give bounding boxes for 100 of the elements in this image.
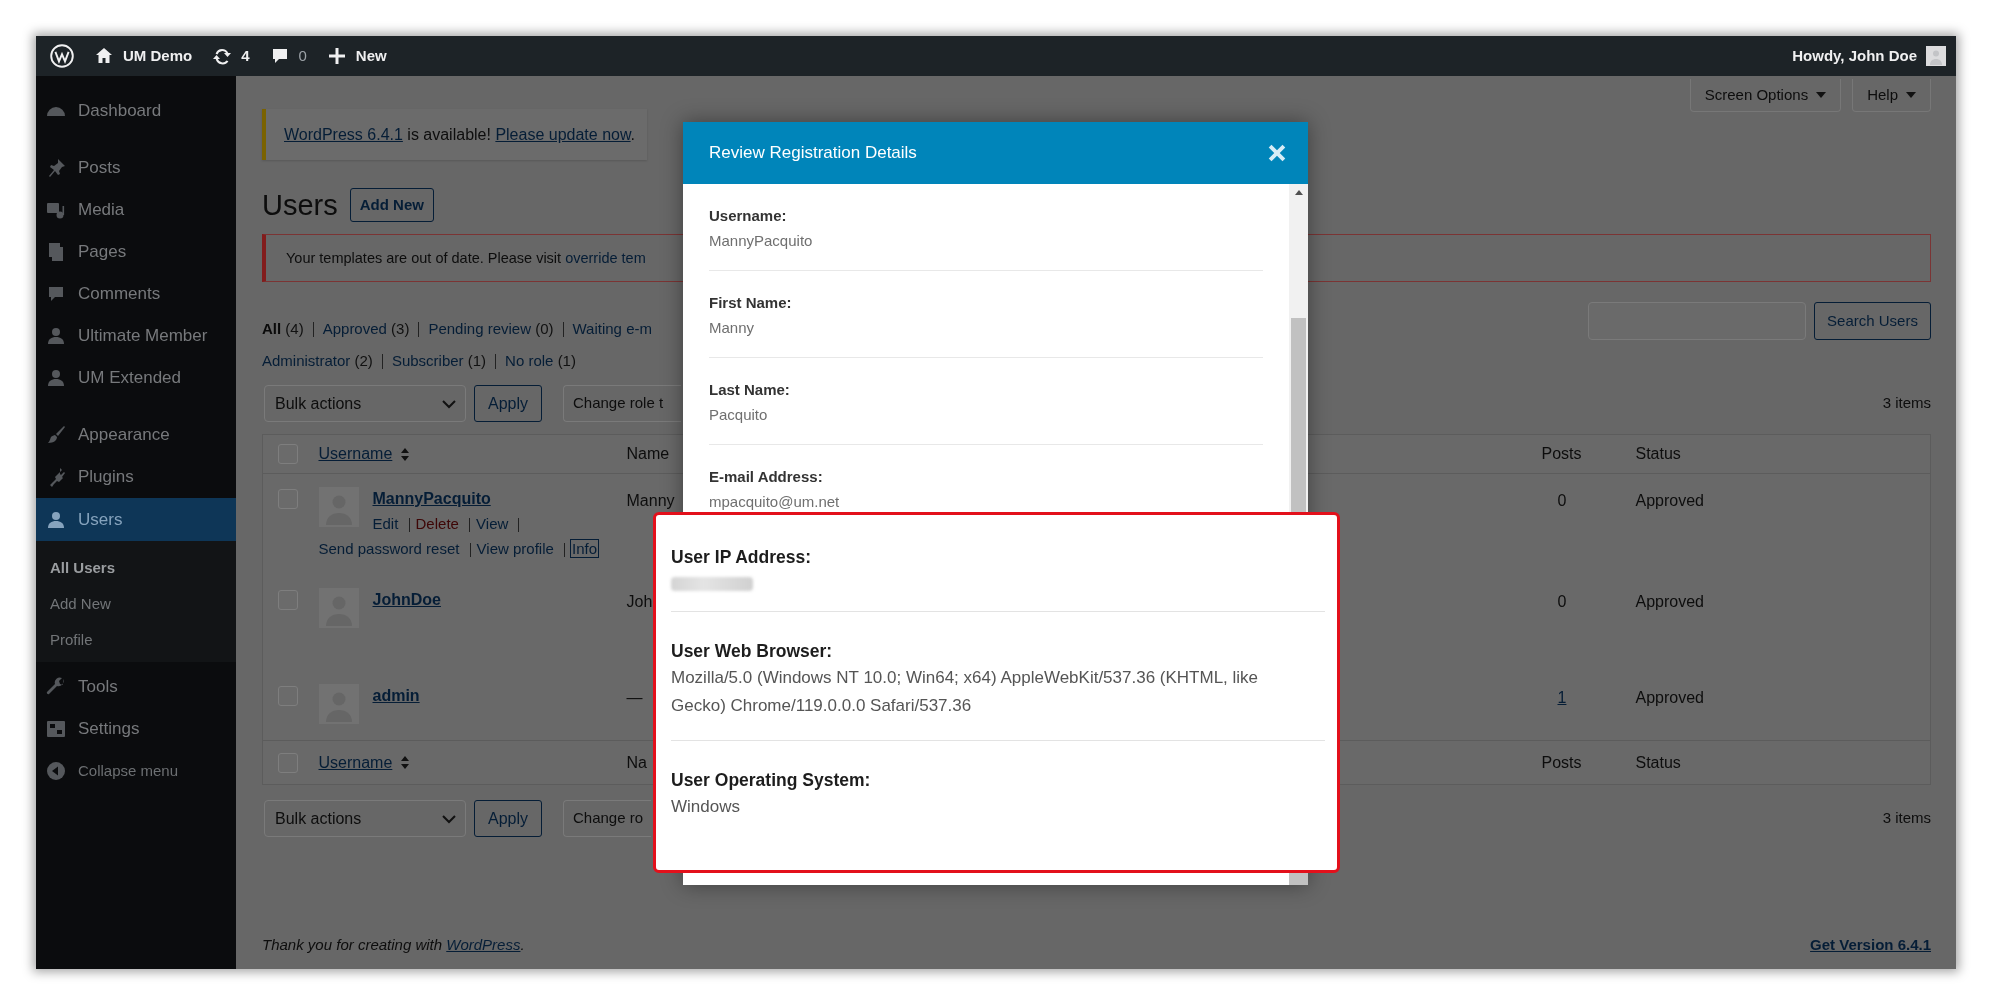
username-link[interactable]: MannyPacquito (372, 487, 491, 511)
settings-icon (46, 719, 66, 739)
logo-icon (50, 44, 74, 68)
sidebar-item[interactable]: Dashboard (36, 90, 236, 132)
change-role-select[interactable]: Change ro (563, 800, 651, 837)
sidebar-item[interactable]: Settings (36, 708, 236, 750)
person-icon (46, 509, 66, 530)
version-link[interactable]: Get Version 6.4.1 (1810, 935, 1931, 955)
site-link[interactable]: UM Demo (84, 36, 203, 76)
username-link[interactable]: admin (372, 683, 420, 708)
version-link[interactable]: WordPress 6.4.1 (284, 126, 403, 143)
table-cell: Approved (1635, 492, 1704, 509)
field-value: Mozilla/5.0 (Windows NT 10.0; Win64; x64) AppleWebKit/537.36 (KHTML, like Gecko) Chrome/119.0.0.0 Safari/537.36 (671, 667, 1260, 717)
posts-link[interactable]: 1 (1557, 688, 1567, 706)
page-title: Users (262, 190, 338, 220)
submenu-item[interactable]: Add New (36, 586, 236, 622)
override-link[interactable]: override tem (565, 250, 646, 266)
scrollbar[interactable] (1289, 184, 1308, 512)
row-action-link[interactable]: Send password reset (318, 540, 460, 557)
column-header[interactable]: Username (318, 442, 411, 466)
table-cell: Manny (626, 492, 675, 509)
dialog-title: Review Registration Details (709, 142, 917, 165)
comments-link[interactable]: 0 (259, 36, 317, 76)
sidebar-item[interactable]: Comments (36, 273, 236, 315)
apply-button[interactable]: Apply (474, 385, 542, 422)
row-action-link[interactable]: Edit (372, 515, 399, 532)
sidebar-item[interactable]: Media (36, 189, 236, 231)
item-count: 3 items (1882, 808, 1931, 829)
collapse-menu-button[interactable]: Collapse menu (36, 750, 236, 792)
home-icon (94, 46, 114, 66)
field-label: E-mail Address: (709, 467, 824, 487)
column-header: Posts (1541, 753, 1582, 771)
sidebar-item[interactable]: Tools (36, 666, 236, 708)
table-cell: 0 (1557, 592, 1567, 610)
avatar-icon (1926, 46, 1946, 66)
table-cell: Joh (626, 592, 653, 610)
filter-link[interactable]: All (4) (262, 317, 304, 341)
submenu-item[interactable]: All Users (36, 550, 236, 586)
table-cell: — (626, 688, 643, 706)
pin-icon (46, 158, 66, 178)
field-label: User Operating System: (671, 769, 872, 792)
add-new-button[interactable]: Add New (349, 188, 434, 222)
new-link[interactable]: New (316, 36, 397, 76)
update-notice: WordPress 6.4.1 is available! Please update now. (262, 109, 648, 160)
dropdown-tab[interactable]: Help (1852, 79, 1931, 112)
username-link[interactable]: JohnDoe (372, 587, 441, 612)
bulk-actions-select[interactable]: Bulk actions (264, 800, 466, 837)
wrench-icon (46, 677, 66, 697)
change-role-select[interactable]: Change role t (563, 385, 681, 422)
person-icon (46, 326, 66, 346)
sidebar-item[interactable]: UM Extended (36, 357, 236, 399)
sidebar-item[interactable]: Ultimate Member (36, 315, 236, 357)
brush-icon (46, 425, 66, 445)
filter-link[interactable]: Administrator (2) (262, 349, 373, 373)
item-count: 3 items (1882, 393, 1931, 414)
apply-button[interactable]: Apply (474, 800, 542, 837)
person-icon (46, 368, 66, 388)
field-value: Manny (709, 318, 756, 338)
sidebar-item[interactable]: Plugins (36, 456, 236, 498)
table-cell: 0 (1557, 492, 1567, 509)
dropdown-tab[interactable]: Screen Options (1689, 79, 1842, 112)
updates-link[interactable]: 4 (202, 36, 260, 76)
update-link[interactable]: Please update now (495, 126, 631, 143)
sidebar-item[interactable]: Posts (36, 147, 236, 189)
pages-icon (46, 242, 66, 262)
filter-link[interactable]: Waiting e-m (572, 317, 652, 341)
filter-link[interactable]: No role (1) (505, 349, 576, 373)
column-header: Name (626, 445, 670, 462)
close-icon (1266, 142, 1288, 164)
field-label: User IP Address: (671, 546, 813, 569)
filter-link[interactable]: Subscriber (1) (391, 349, 487, 373)
search-button[interactable]: Search Users (1814, 302, 1931, 340)
row-action-link[interactable]: View (476, 515, 509, 532)
close-button[interactable] (1266, 142, 1288, 164)
table-cell: Approved (1635, 688, 1704, 706)
scroll-up-icon (1294, 190, 1303, 195)
field-label: Username: (709, 206, 788, 226)
column-header: Posts (1541, 445, 1582, 462)
submenu-item[interactable]: Profile (36, 622, 236, 658)
column-header[interactable]: Username (318, 750, 411, 775)
row-action-link[interactable]: Delete (415, 515, 459, 532)
field-value: Pacquito (709, 405, 769, 425)
column-header: Status (1635, 445, 1681, 462)
account-link[interactable]: Howdy, John Doe (1782, 36, 1956, 76)
filter-link[interactable]: Pending review (0) (428, 317, 554, 341)
row-action-link[interactable]: View profile (476, 540, 554, 557)
row-action-link[interactable]: Info (571, 540, 599, 557)
bulk-actions-select[interactable]: Bulk actions (264, 385, 466, 422)
sidebar-item[interactable]: Appearance (36, 414, 236, 456)
sidebar-item[interactable]: Pages (36, 231, 236, 273)
table-cell: Approved (1635, 592, 1704, 610)
field-label: First Name: (709, 293, 793, 313)
field-value: MannyPacquito (709, 231, 814, 251)
arrow-circle-icon (46, 761, 66, 781)
filter-link[interactable]: Approved (3) (322, 317, 410, 341)
comment-icon (46, 284, 66, 304)
caret-icon (1906, 92, 1916, 98)
field-value: Windows (671, 796, 741, 818)
sidebar-item[interactable]: Users (36, 498, 236, 541)
caret-icon (1816, 92, 1827, 98)
